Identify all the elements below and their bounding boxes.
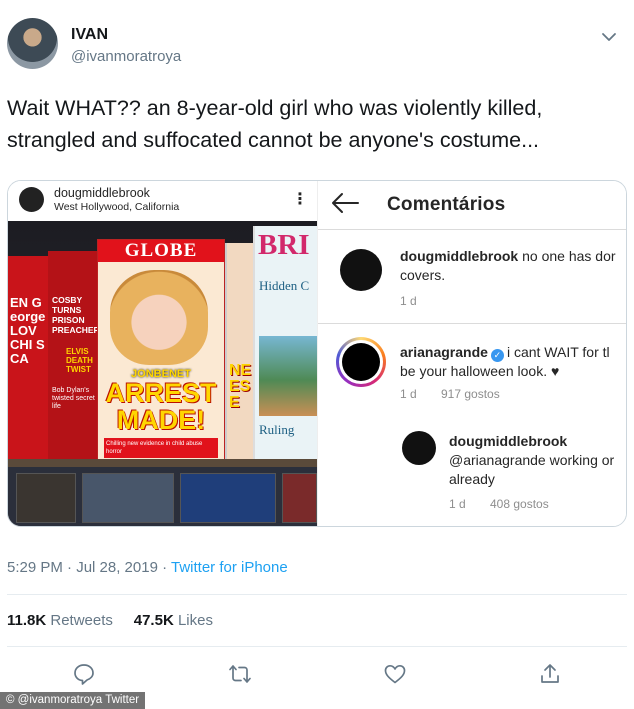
tweet-time[interactable]: 5:29 PM · Jul 28, 2019 · [7, 559, 171, 576]
likes-label: Likes [177, 612, 213, 629]
reply-username: dougmiddlebrook [449, 432, 567, 451]
comment-text-line-2: covers. [400, 267, 446, 283]
magazine-bri: BRI Hidden C Ruling [253, 226, 317, 461]
globe-headline-line-1: ARREST [105, 378, 217, 408]
comment-username: dougmiddlebrook [449, 433, 568, 449]
instagram-post-header: dougmiddlebrook West Hollywood, Californ… [8, 181, 317, 221]
bri-line-2: Ruling [259, 422, 295, 437]
more-options-icon: ⋮ [292, 191, 308, 208]
instagram-username: dougmiddlebrook [54, 186, 150, 200]
bri-masthead: BRI [258, 229, 310, 261]
verified-badge-icon: ✓ [490, 349, 504, 362]
reply-body: @arianagrande working or [449, 452, 615, 468]
comment-username: arianagrande [400, 344, 488, 360]
bri-line-1: Hidden C [259, 278, 310, 293]
left-magazine-text: EN George LOV CHI SCA [10, 295, 46, 366]
lower-magazines [8, 467, 317, 526]
tweet-text-line-1: Wait WHAT?? an 8-year-old girl who was v… [7, 96, 543, 120]
comments-panel: Comentários dougmiddlebrook no one has d… [317, 181, 626, 526]
image-credit-watermark: © @ivanmoratroya Twitter [0, 692, 146, 709]
retweets-stat[interactable]: 11.8K Retweets [7, 612, 113, 629]
display-name[interactable]: IVAN [71, 26, 108, 44]
globe-cover-photo [110, 270, 208, 365]
comment-age: 1 d [400, 387, 417, 401]
bri-cover-photo [259, 336, 317, 416]
retweet-icon[interactable] [228, 662, 252, 686]
chevron-down-icon[interactable] [600, 28, 618, 46]
comments-title: Comentários [387, 194, 506, 215]
lower-magazine [282, 473, 317, 523]
magazine-middle: NE ES E [225, 243, 255, 461]
globe-masthead: GLOBE [98, 240, 224, 262]
cosby-subheadline: ELVIS DEATH TWIST [66, 347, 93, 374]
back-arrow-icon [332, 193, 359, 213]
tweet-source-link[interactable]: Twitter for iPhone [171, 559, 288, 576]
magazine-globe: GLOBE JONBENET ARREST MADE! Chilling new… [97, 239, 225, 464]
lower-magazine [180, 473, 276, 523]
instagram-post: dougmiddlebrook West Hollywood, Californ… [8, 181, 317, 526]
divider [318, 229, 626, 230]
magazine-rack-photo: EN George LOV CHI SCA COSBY TURNS PRISON… [8, 221, 317, 526]
retweets-count: 11.8K [7, 612, 47, 629]
comment-age: 1 d [400, 294, 417, 308]
divider [318, 323, 626, 324]
globe-headline-line-2: MADE! [116, 405, 206, 435]
user-avatar[interactable] [7, 18, 58, 69]
tweet-text: Wait WHAT?? an 8-year-old girl who was v… [7, 92, 627, 156]
heart-icon[interactable] [383, 662, 407, 686]
tweet-timestamp: 5:29 PM · Jul 28, 2019 · Twitter for iPh… [7, 559, 288, 576]
instagram-avatar [19, 187, 44, 212]
comment-text: dougmiddlebrook no one has dor [400, 247, 616, 266]
tweet-media-image[interactable]: dougmiddlebrook West Hollywood, Californ… [7, 180, 627, 527]
likes-count: 47.5K [133, 612, 174, 629]
tweet-stats: 11.8K Retweets 47.5K Likes [7, 612, 213, 629]
comment-body: no one has dor [522, 248, 616, 264]
globe-headline: ARREST MADE! [98, 380, 224, 434]
comment-body: i cant WAIT for tl [506, 344, 610, 360]
story-ring-avatar [336, 337, 386, 387]
tweet-text-line-2: strangled and suffocated cannot be anyon… [7, 128, 540, 152]
magazine-cosby: COSBY TURNS PRISON PREACHER! ELVIS DEATH… [48, 251, 103, 461]
comment-likes: 917 gostos [441, 387, 500, 401]
comment-avatar [340, 249, 382, 291]
retweets-label: Retweets [50, 612, 113, 629]
globe-footer: Chilling new evidence in child abuse hor… [104, 438, 218, 458]
user-handle[interactable]: @ivanmoratroya [71, 48, 181, 65]
comment-age: 1 d [449, 497, 466, 511]
divider [7, 594, 627, 595]
comment-text: arianagrande ✓ i cant WAIT for tl [400, 343, 610, 362]
magazine-left: EN George LOV CHI SCA [8, 256, 48, 461]
shelf [8, 459, 317, 467]
instagram-location: West Hollywood, California [54, 201, 180, 213]
comment-likes: 408 gostos [490, 497, 549, 511]
reply-body-line-2: already [449, 471, 495, 487]
cosby-headline: COSBY TURNS PRISON PREACHER! [52, 295, 103, 335]
share-icon[interactable] [538, 662, 562, 686]
lower-magazine [82, 473, 174, 523]
cosby-dylan-text: Bob Dylan's twisted secret life [52, 387, 95, 410]
reply-icon[interactable] [72, 662, 96, 686]
lower-magazine [16, 473, 76, 523]
tweet: IVAN @ivanmoratroya Wait WHAT?? an 8-yea… [0, 0, 634, 709]
reply-avatar [402, 431, 436, 465]
likes-stat[interactable]: 47.5K Likes [134, 612, 213, 629]
divider [7, 646, 627, 647]
middle-magazine-text: NE ES E [229, 362, 252, 411]
comment-username: dougmiddlebrook [400, 248, 519, 264]
comment-text-line-2: be your halloween look. ♥ [400, 363, 560, 379]
